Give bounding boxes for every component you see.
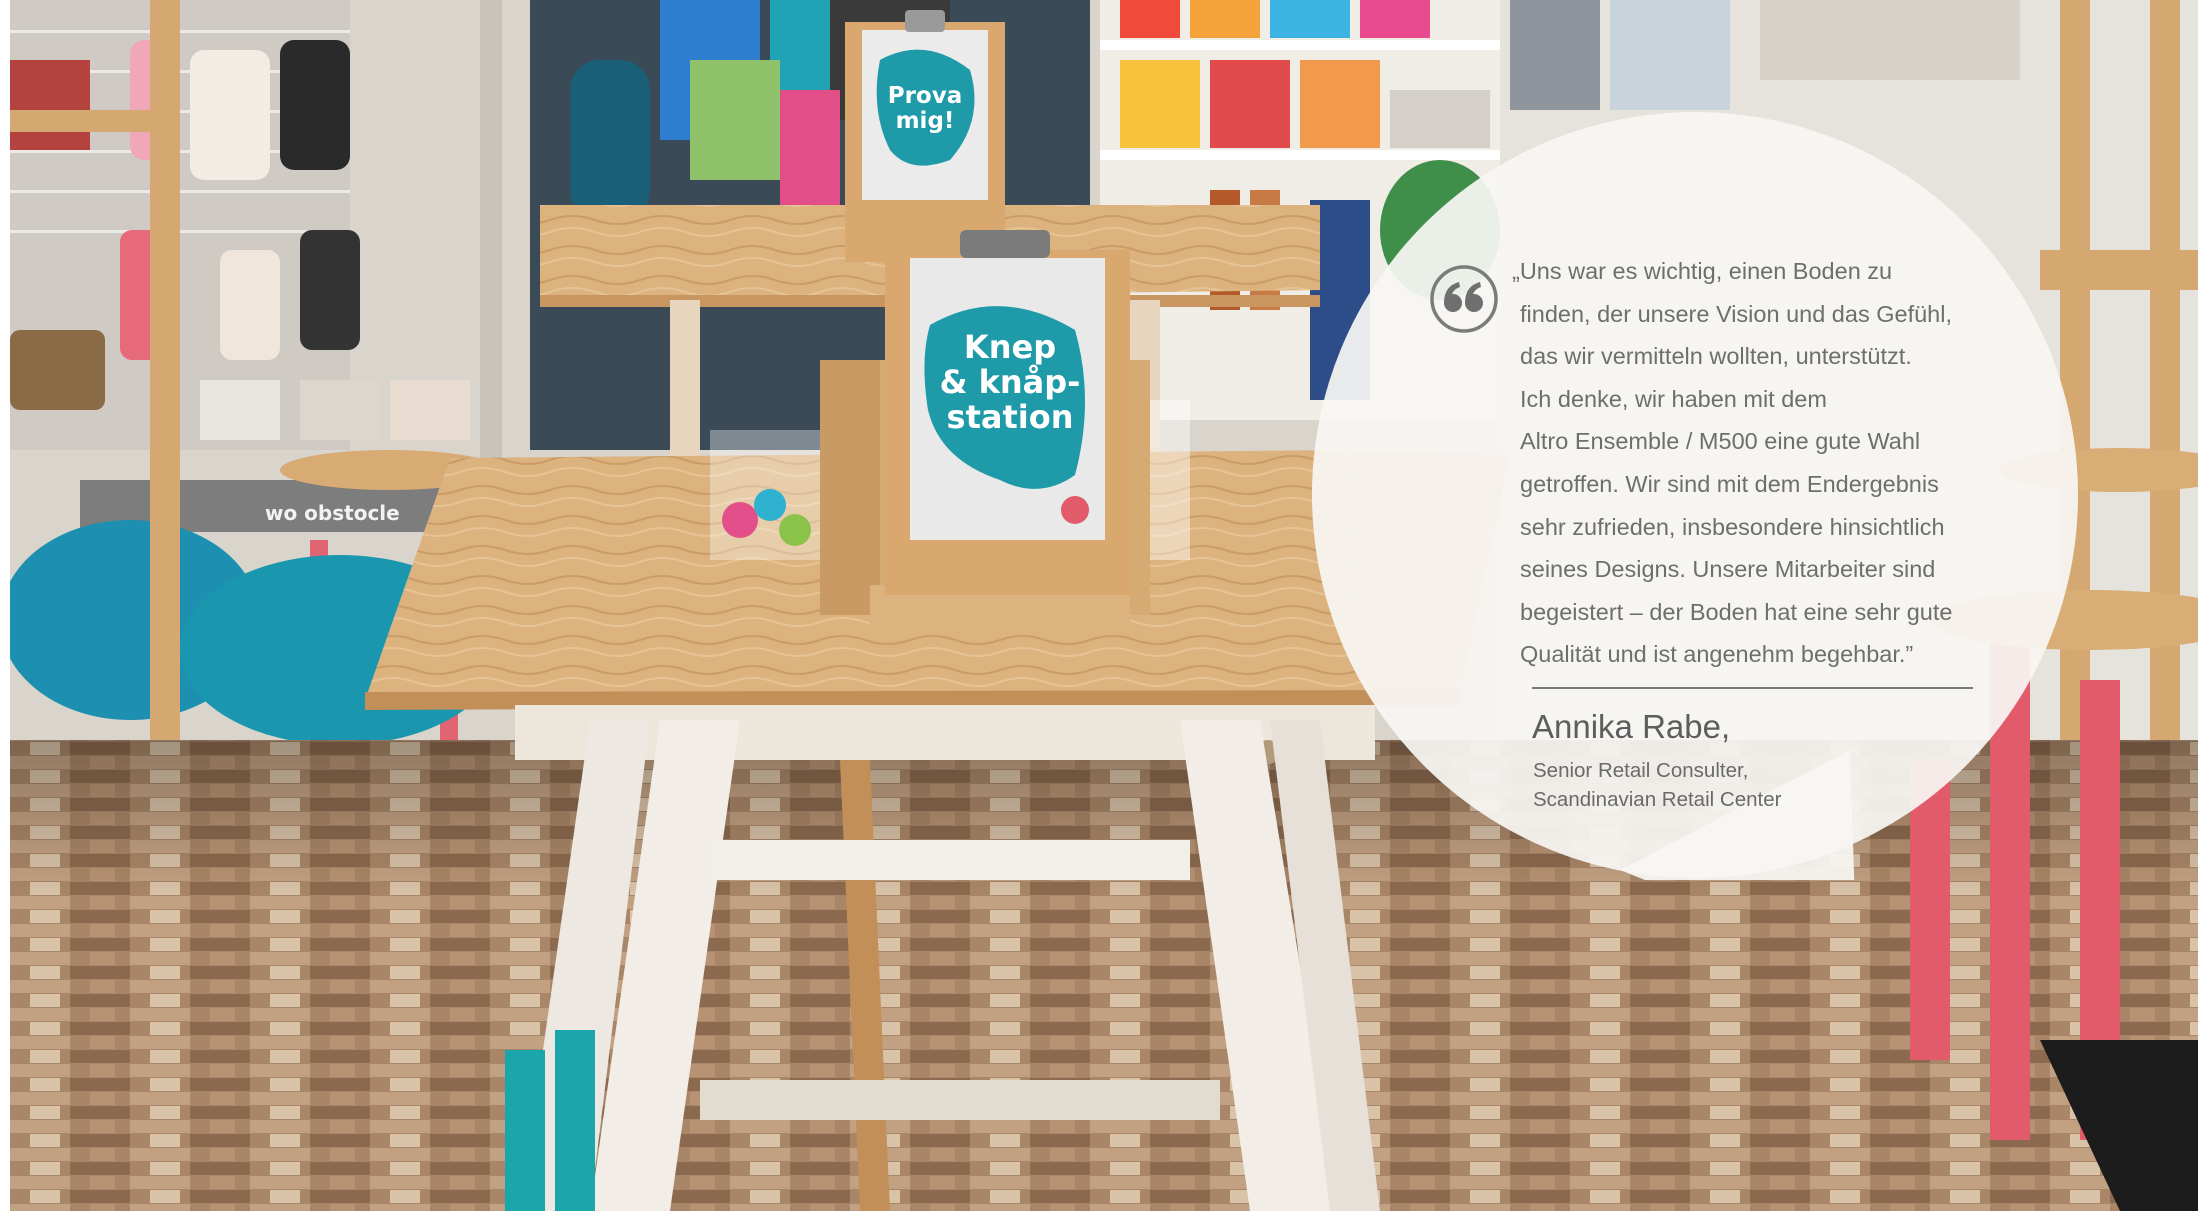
quote-icon (1429, 264, 1499, 334)
knep-sign-line2: & knåp- (940, 363, 1081, 401)
testimonial-quote: „Uns war es wichtig, einen Boden zu find… (1512, 250, 1990, 676)
quote-line: Ich denke, wir haben mit dem (1520, 385, 1827, 412)
shop-sign-text: wo obstocle (265, 501, 400, 525)
quote-line: sehr zufrieden, insbesondere hinsichtlic… (1520, 513, 1945, 540)
quote-line: seines Designs. Unsere Mitarbeiter sind (1520, 556, 1936, 583)
quote-line: Qualität und ist angenehm begehbar.” (1520, 641, 1914, 668)
quote-line: Altro Ensemble / M500 eine gute Wahl (1520, 428, 1921, 455)
prova-sign-line2: mig! (896, 108, 955, 134)
author-name: Annika Rabe, (1532, 708, 1731, 745)
quote-line: getroffen. Wir sind mit dem Endergebnis (1520, 470, 1939, 497)
author-role: Senior Retail Consulter, Scandinavian Re… (1533, 756, 1781, 814)
quote-line: begeistert – der Boden hat eine sehr gut… (1520, 598, 1953, 625)
knep-sign-line1: Knep (964, 328, 1056, 366)
quote-line: finden, der unsere Vision und das Gefühl… (1520, 300, 1952, 327)
quote-line: „Uns war es wichtig, einen Boden zu (1512, 258, 1893, 284)
author-role-line: Senior Retail Consulter, (1533, 759, 1749, 782)
prova-sign-line1: Prova (888, 83, 963, 109)
brochure-page: wo obstocle Prova mig! Knep & knåp- stat… (0, 0, 2198, 1211)
quote-line: das wir vermitteln wollten, unterstützt. (1520, 343, 1912, 370)
divider (1532, 687, 1973, 689)
knep-sign-line3: station (947, 398, 1074, 436)
author-company-line: Scandinavian Retail Center (1533, 788, 1782, 811)
